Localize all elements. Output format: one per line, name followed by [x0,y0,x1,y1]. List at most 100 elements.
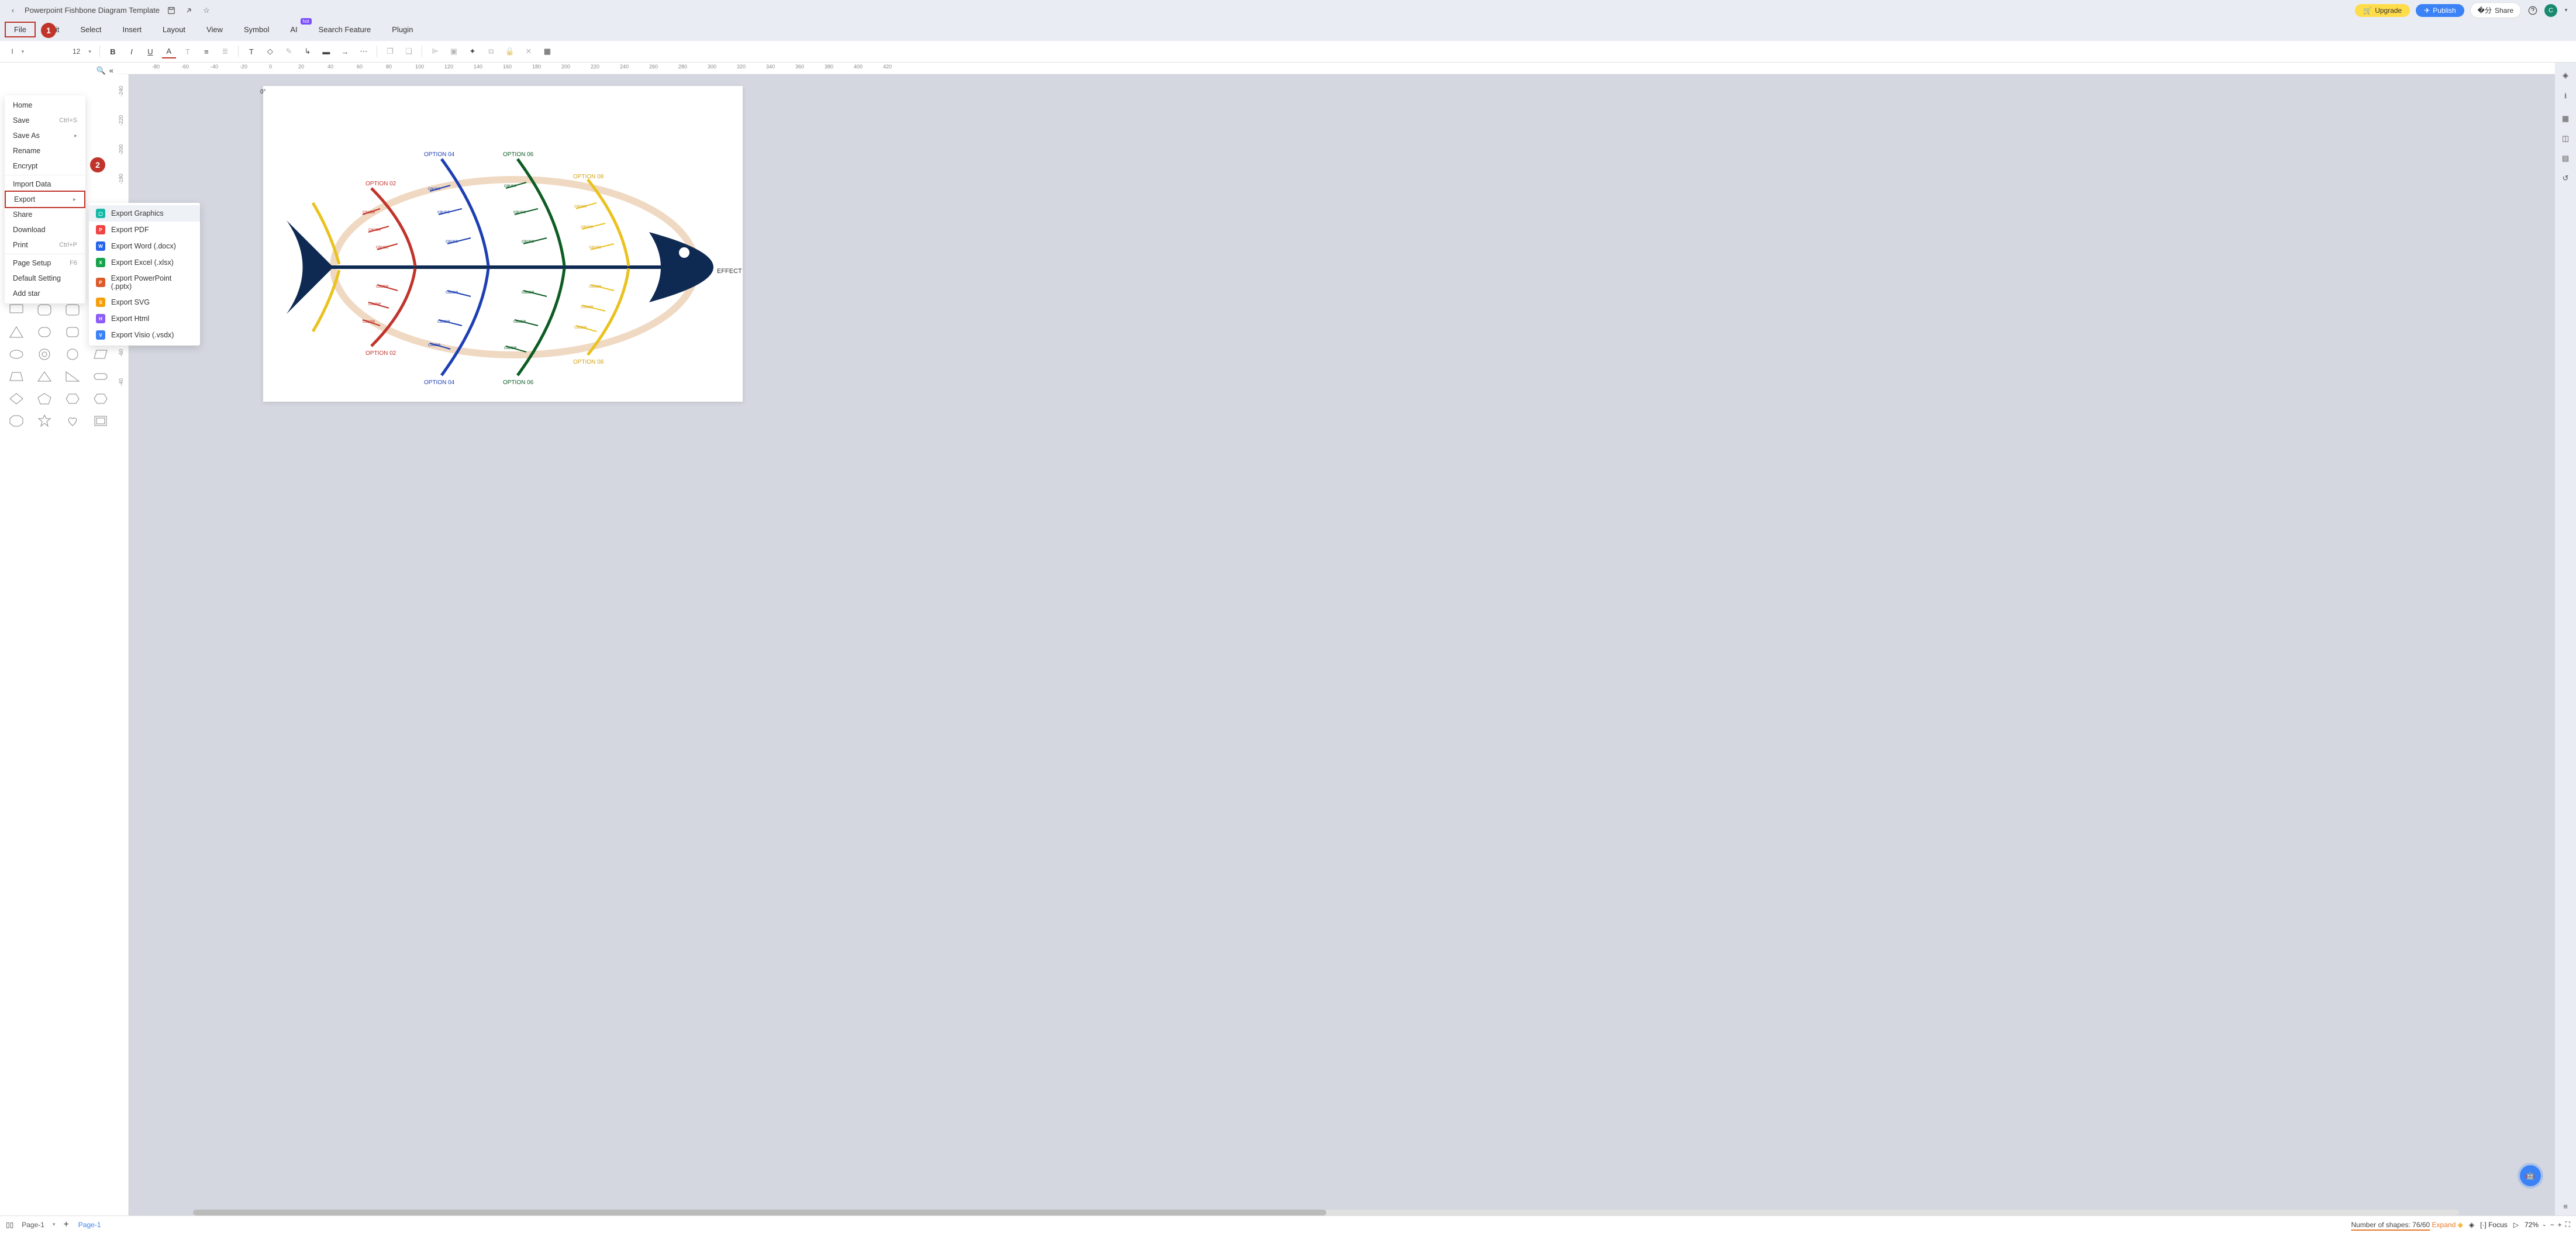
menu-layout[interactable]: Layout [152,22,196,37]
text-tool-button[interactable]: T [244,44,258,58]
menu-file[interactable]: File [5,22,36,37]
export-tool-icon[interactable]: ⭳ [2564,91,2567,103]
crop-button[interactable]: ⧉ [484,44,498,58]
font-family-select[interactable]: I [7,46,65,57]
upgrade-button[interactable]: 🛒 Upgrade [2355,4,2410,17]
collapse-panel-icon[interactable]: « [109,66,113,75]
align-button[interactable]: ≡ [199,44,213,58]
file-menu-export[interactable]: Export▸ [5,191,85,208]
menu-search-feature[interactable]: Search Feature [308,22,382,37]
star-icon[interactable]: ☆ [201,5,212,16]
font-size-select[interactable]: 12 [70,46,94,57]
shape-squircle2[interactable] [60,322,85,342]
bold-button[interactable]: B [106,44,120,58]
shape-hexagon2[interactable] [88,389,113,409]
shape-squircle[interactable] [32,322,57,342]
apps-icon[interactable]: ▦ [2562,114,2569,123]
share-button[interactable]: �分 Share [2470,2,2521,18]
italic-button[interactable]: I [125,44,139,58]
menu-plugin[interactable]: Plugin [381,22,423,37]
fill-button[interactable]: ◇ [263,44,277,58]
help-icon[interactable] [2527,5,2539,16]
file-menu-print[interactable]: PrintCtrl+P [5,237,85,253]
shape-frame[interactable] [88,411,113,431]
expand-link[interactable]: Expand [2432,1221,2456,1229]
image-button[interactable]: ▣ [447,44,461,58]
save-icon[interactable] [165,5,177,16]
lock-button[interactable]: 🔒 [503,44,517,58]
connector-button[interactable]: ↳ [301,44,315,58]
export-excel[interactable]: XExport Excel (.xlsx) [89,254,200,271]
history-icon[interactable]: ↺ [2563,174,2569,183]
zoom-dropdown-icon[interactable]: ⌄ [2542,1221,2547,1228]
pen-button[interactable]: ✎ [282,44,296,58]
file-menu-rename[interactable]: Rename [5,143,85,158]
file-menu-home[interactable]: Home [5,98,85,113]
shape-trapezoid[interactable] [4,367,29,386]
file-menu-save[interactable]: SaveCtrl+S [5,113,85,128]
shape-diamond[interactable] [4,389,29,409]
file-menu-download[interactable]: Download [5,222,85,237]
file-menu-encrypt[interactable]: Encrypt [5,158,85,174]
menu-ai[interactable]: AI hot [280,22,308,37]
canvas[interactable]: EFFECT OP [263,86,743,402]
pages-icon[interactable]: ▯▯ [6,1221,13,1229]
effects-button[interactable]: ✦ [465,44,480,58]
zoom-value[interactable]: 72% [2525,1221,2539,1229]
file-menu-saveas[interactable]: Save As▸ [5,128,85,143]
shape-pill[interactable] [88,367,113,386]
file-menu-default[interactable]: Default Setting [5,271,85,286]
chat-bubble[interactable]: 🤖 [2520,1165,2541,1186]
shape-triangle2[interactable] [32,367,57,386]
menu-insert[interactable]: Insert [112,22,153,37]
zoom-out-button[interactable]: − [2550,1221,2554,1229]
publish-button[interactable]: ✈ Publish [2416,4,2464,17]
shape-burst[interactable] [32,411,57,431]
add-page-button[interactable]: + [63,1220,68,1230]
shape-ellipse[interactable] [4,344,29,364]
export-svg[interactable]: SExport SVG [89,294,200,310]
ungroup-button[interactable]: ❏ [402,44,416,58]
page-tab[interactable]: Page-1 [75,1220,105,1230]
zoom-in-button[interactable]: + [2558,1221,2562,1229]
line-style-button[interactable]: ⋯ [357,44,371,58]
shape-circle[interactable] [60,344,85,364]
shape-triangle[interactable] [4,322,29,342]
text-format-button[interactable]: T [181,44,195,58]
more-icon[interactable]: ≡ [2563,1202,2568,1211]
align-objects-button[interactable]: ⊫ [428,44,442,58]
shape-hexagon[interactable] [60,389,85,409]
open-external-icon[interactable] [183,5,195,16]
export-visio[interactable]: VExport Visio (.vsdx) [89,327,200,343]
shape-donut[interactable] [32,344,57,364]
menu-view[interactable]: View [196,22,233,37]
search-shapes-icon[interactable]: 🔍 [96,66,106,75]
page-select[interactable]: Page-1 [19,1220,57,1230]
menu-symbol[interactable]: Symbol [233,22,280,37]
shape-heart[interactable] [60,411,85,431]
export-graphics[interactable]: ▢Export Graphics [89,205,200,222]
tools-button[interactable]: ✕ [522,44,536,58]
file-menu-pagesetup[interactable]: Page SetupF6 [5,255,85,271]
export-word[interactable]: WExport Word (.docx) [89,238,200,254]
export-html[interactable]: HExport Html [89,310,200,327]
arrow-button[interactable]: → [338,44,352,58]
menu-select[interactable]: Select [70,22,112,37]
export-ppt[interactable]: PExport PowerPoint (.pptx) [89,271,200,294]
avatar-dropdown[interactable]: ▾ [2563,5,2569,16]
file-menu-share[interactable]: Share [5,207,85,222]
shape-right-triangle[interactable] [60,367,85,386]
page-icon[interactable]: ▤ [2562,154,2569,163]
shape-pentagon[interactable] [32,389,57,409]
bookmark-icon[interactable]: ◫ [2562,134,2569,143]
fill-tool-icon[interactable]: ◈ [2563,71,2568,80]
shape-octagon[interactable] [4,411,29,431]
avatar[interactable]: C [2544,4,2557,17]
play-icon[interactable]: ▷ [2513,1221,2519,1229]
back-icon[interactable]: ‹ [7,5,19,16]
file-menu-import[interactable]: Import Data [5,177,85,192]
layers-icon[interactable]: ◈ [2469,1221,2474,1229]
file-menu-addstar[interactable]: Add star [5,286,85,301]
underline-button[interactable]: U [143,44,157,58]
focus-button[interactable]: [·] Focus [2480,1221,2508,1229]
